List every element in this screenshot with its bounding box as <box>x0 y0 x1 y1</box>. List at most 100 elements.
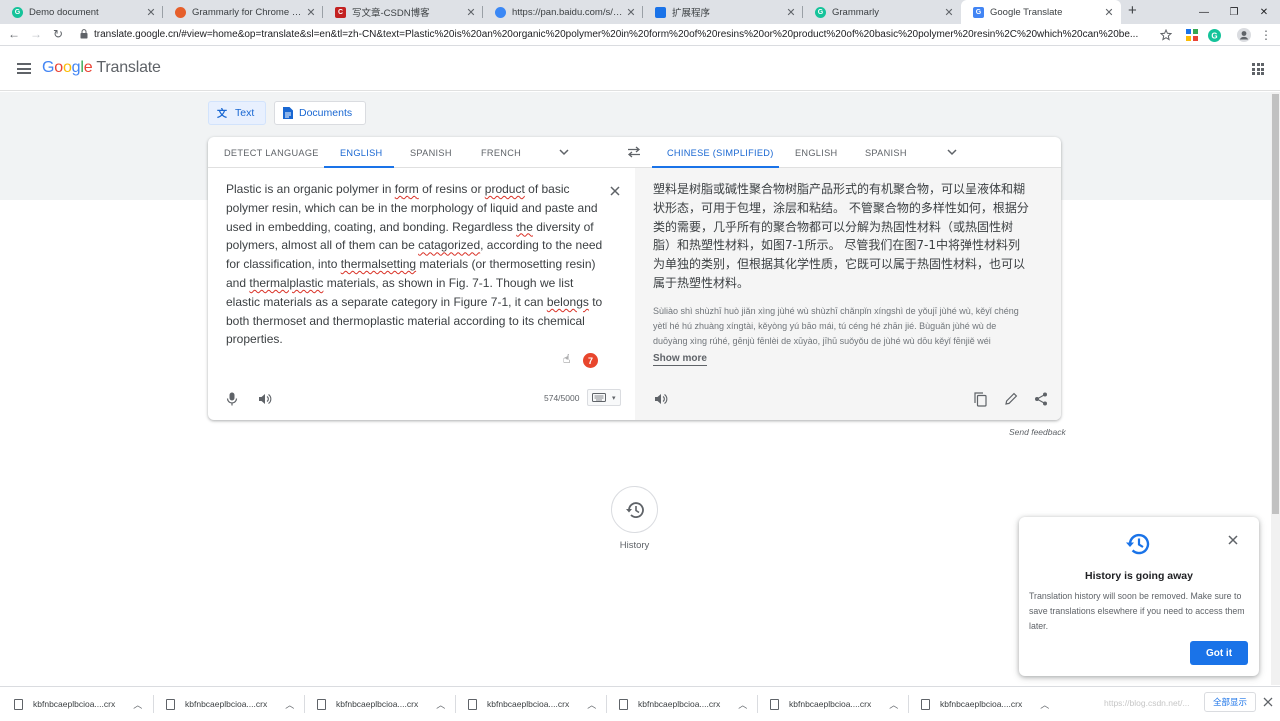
chevron-up-icon[interactable]: ︿ <box>133 698 142 711</box>
close-icon[interactable]: ✕ <box>623 6 639 19</box>
browser-tab[interactable]: https://pan.baidu.com/s/1kO... ✕ <box>483 0 643 24</box>
grammar-flagged-word[interactable]: form <box>395 182 419 196</box>
download-item[interactable]: kbfnbcaeplbcioa....crx ︿ <box>619 687 747 721</box>
chevron-up-icon[interactable]: ︿ <box>889 698 898 711</box>
download-item[interactable]: kbfnbcaeplbcioa....crx ︿ <box>317 687 445 721</box>
speaker-icon[interactable] <box>258 393 272 405</box>
chevron-down-icon[interactable] <box>558 146 570 158</box>
close-icon[interactable]: ✕ <box>143 6 159 19</box>
svg-text:G: G <box>1211 31 1217 40</box>
clear-source-icon[interactable] <box>608 184 622 198</box>
logo-letter: e <box>83 59 93 76</box>
chevron-up-icon[interactable]: ︿ <box>436 698 445 711</box>
page-scrollbar[interactable] <box>1271 92 1280 685</box>
browser-tab[interactable]: 扩展程序 ✕ <box>643 0 803 24</box>
new-tab-button[interactable]: + <box>1128 2 1137 19</box>
download-shelf: kbfnbcaeplbcioa....crx ︿ kbfnbcaeplbcioa.… <box>0 686 1280 720</box>
scrollbar-thumb[interactable] <box>1272 94 1279 514</box>
chevron-up-icon[interactable]: ︿ <box>1040 698 1049 711</box>
copy-icon[interactable] <box>974 392 987 407</box>
divider <box>757 695 758 713</box>
download-item[interactable]: kbfnbcaeplbcioa....crx ︿ <box>166 687 294 721</box>
extension-grid-icon[interactable] <box>1185 28 1199 42</box>
close-icon[interactable]: ✕ <box>463 6 479 19</box>
browser-tab[interactable]: Grammarly for Chrome - Chrome ✕ <box>163 0 323 24</box>
download-item[interactable]: kbfnbcaeplbcioa....crx ︿ <box>921 687 1049 721</box>
source-lang-spanish[interactable]: SPANISH <box>410 148 452 158</box>
target-lang-english[interactable]: ENGLISH <box>795 148 837 158</box>
star-icon[interactable] <box>1159 28 1173 42</box>
source-lang-english[interactable]: ENGLISH <box>340 148 382 158</box>
source-text-input[interactable]: Plastic is an organic polymer in form of… <box>226 180 604 349</box>
speaker-icon[interactable] <box>654 393 668 405</box>
grammarly-extension-icon[interactable]: G <box>1207 28 1221 42</box>
source-lang-detect[interactable]: DETECT LANGUAGE <box>224 148 319 158</box>
download-item[interactable]: kbfnbcaeplbcioa....crx ︿ <box>14 687 142 721</box>
grammar-flagged-word[interactable]: thermalplastic <box>249 276 323 290</box>
download-item[interactable]: kbfnbcaeplbcioa....crx ︿ <box>770 687 898 721</box>
chevron-up-icon[interactable]: ︿ <box>285 698 294 711</box>
microphone-icon[interactable] <box>226 392 238 406</box>
browser-tab[interactable]: G Grammarly ✕ <box>803 0 961 24</box>
close-icon[interactable]: ✕ <box>941 6 957 19</box>
got-it-button[interactable]: Got it <box>1190 641 1248 665</box>
keyboard-selector[interactable]: ▾ <box>587 389 621 406</box>
swap-languages-icon[interactable] <box>627 146 641 158</box>
chevron-down-icon[interactable] <box>946 146 958 158</box>
more-menu-icon[interactable]: ⋮ <box>1259 28 1273 42</box>
divider <box>153 695 154 713</box>
browser-tab-active[interactable]: G Google Translate ✕ <box>961 0 1121 24</box>
back-arrow-icon[interactable]: ← <box>6 27 22 41</box>
chevron-up-icon[interactable]: ︿ <box>738 698 747 711</box>
minimize-button[interactable]: — <box>1188 0 1220 24</box>
grammar-flagged-word[interactable]: belongs <box>547 295 589 309</box>
share-icon[interactable] <box>1034 392 1048 406</box>
google-translate-logo[interactable]: Google Translate <box>42 59 161 77</box>
baidu-pan-icon <box>495 6 506 18</box>
browser-tab[interactable]: G Demo document ✕ <box>0 0 163 24</box>
grammar-flagged-word[interactable]: the <box>516 220 533 234</box>
close-icon[interactable]: ✕ <box>1101 6 1117 19</box>
document-icon <box>283 107 293 119</box>
caret-down-icon: ▾ <box>612 394 616 402</box>
google-apps-icon[interactable] <box>1252 63 1264 75</box>
reload-icon[interactable]: ↻ <box>50 27 66 41</box>
tab-title: Demo document <box>29 6 99 18</box>
close-icon[interactable]: ✕ <box>303 6 319 19</box>
watermark-text: https://blog.csdn.net/... <box>1104 698 1190 708</box>
grammarly-suggestion-badge[interactable]: 7 <box>583 353 598 368</box>
close-icon[interactable] <box>1227 534 1239 546</box>
translation-card: DETECT LANGUAGE ENGLISH SPANISH FRENCH C… <box>208 137 1061 420</box>
show-all-downloads-button[interactable]: 全部显示 <box>1204 692 1256 712</box>
forward-arrow-icon[interactable]: → <box>28 27 44 41</box>
grammar-flagged-word[interactable]: product <box>485 182 525 196</box>
address-bar[interactable]: translate.google.cn/#view=home&op=transl… <box>94 29 1148 40</box>
file-icon <box>14 698 23 710</box>
profile-avatar-icon[interactable] <box>1237 28 1251 42</box>
text-mode-button[interactable]: 文 Text <box>208 101 266 125</box>
restore-button[interactable]: ❐ <box>1218 0 1250 24</box>
grammar-flagged-word[interactable]: thermalsetting <box>341 257 416 271</box>
file-icon <box>921 698 930 710</box>
chevron-up-icon[interactable]: ︿ <box>587 698 596 711</box>
target-lang-chinese[interactable]: CHINESE (SIMPLIFIED) <box>667 148 774 158</box>
send-feedback-link[interactable]: Send feedback <box>1009 427 1066 437</box>
puzzle-icon <box>655 6 666 18</box>
documents-mode-button[interactable]: Documents <box>274 101 366 125</box>
close-icon[interactable]: ✕ <box>783 6 799 19</box>
main-menu-icon[interactable] <box>17 63 31 74</box>
browser-tab[interactable]: C 写文章-CSDN博客 ✕ <box>323 0 483 24</box>
show-more-link[interactable]: Show more <box>653 353 707 366</box>
target-lang-spanish[interactable]: SPANISH <box>865 148 907 158</box>
history-button[interactable] <box>611 486 658 533</box>
edit-pencil-icon[interactable] <box>1004 392 1018 406</box>
close-icon[interactable] <box>1263 697 1273 707</box>
lock-icon[interactable] <box>80 29 88 39</box>
source-lang-french[interactable]: FRENCH <box>481 148 521 158</box>
browser-tab-strip: G Demo document ✕ Grammarly for Chrome -… <box>0 0 1280 24</box>
hand-pointer-icon[interactable]: ☝ <box>563 352 570 366</box>
grammar-flagged-word[interactable]: catagorized <box>418 238 480 252</box>
window-close-button[interactable]: ✕ <box>1248 0 1280 24</box>
download-item[interactable]: kbfnbcaeplbcioa....crx ︿ <box>468 687 596 721</box>
divider <box>304 695 305 713</box>
